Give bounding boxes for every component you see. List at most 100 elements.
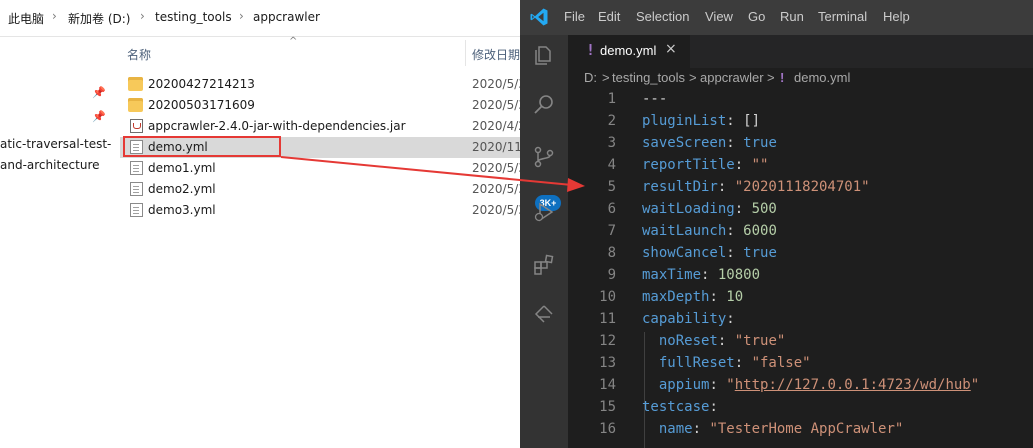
menu-file[interactable]: File — [564, 9, 585, 24]
file-row[interactable]: demo2.yml 2020/5/3 — [120, 179, 520, 200]
code-line: saveScreen: true — [642, 135, 777, 151]
file-date: 2020/5/3 — [472, 203, 520, 217]
extensions-icon[interactable] — [532, 253, 556, 277]
crumb-this-pc[interactable]: 此电脑 — [8, 10, 44, 27]
yaml-value: true — [743, 135, 777, 151]
breadcrumb-separator: > — [602, 70, 610, 85]
yaml-key: showCancel — [642, 245, 727, 261]
menu-edit[interactable]: Edit — [598, 9, 620, 24]
sort-ascending-icon: ^ — [289, 36, 298, 47]
line-number: 8 — [607, 245, 616, 261]
yaml-key: maxDepth — [642, 289, 710, 305]
yaml-key: capability — [642, 311, 727, 327]
yaml-key: noReset — [658, 333, 718, 349]
folder-icon — [128, 77, 143, 91]
file-row[interactable]: appcrawler-2.4.0-jar-with-dependencies.j… — [120, 116, 520, 137]
editor-breadcrumb: D: > testing_tools > appcrawler > ! demo… — [568, 68, 1033, 90]
menu-terminal[interactable]: Terminal — [818, 9, 867, 24]
menu-help[interactable]: Help — [883, 9, 910, 24]
yaml-key: appium — [658, 377, 710, 393]
code-text: --- — [642, 91, 668, 107]
file-date: 2020/5/3 — [472, 77, 520, 91]
yaml-key: waitLaunch — [642, 223, 727, 239]
file-row[interactable]: 20200503171609 2020/5/3 — [120, 95, 520, 116]
crumb-drive[interactable]: 新加卷 (D:) — [68, 10, 130, 27]
yaml-value: 6000 — [743, 223, 777, 239]
explorer-address-bar[interactable]: 此电脑 › 新加卷 (D:) › testing_tools › appcraw… — [0, 0, 520, 37]
yaml-value: 10800 — [717, 267, 761, 283]
line-number: 9 — [607, 267, 616, 283]
breadcrumb-testing-tools[interactable]: testing_tools — [612, 70, 685, 85]
file-row[interactable]: demo1.yml 2020/5/3 — [120, 158, 520, 179]
nav-pane-item[interactable]: and-architecture — [0, 158, 100, 172]
yaml-value: "true" — [734, 333, 786, 349]
menu-run[interactable]: Run — [780, 9, 804, 24]
source-control-icon[interactable] — [532, 145, 556, 169]
breadcrumb-file[interactable]: demo.yml — [794, 70, 850, 85]
remote-icon[interactable] — [532, 303, 556, 327]
file-name: demo1.yml — [148, 161, 216, 175]
line-number: 16 — [599, 421, 616, 437]
breadcrumb-appcrawler[interactable]: appcrawler — [700, 70, 764, 85]
column-header-name[interactable]: 名称 — [127, 46, 151, 63]
menu-selection[interactable]: Selection — [636, 9, 689, 24]
column-divider[interactable] — [465, 40, 466, 66]
search-icon[interactable] — [532, 93, 556, 117]
line-number: 13 — [599, 355, 616, 371]
code-line: capability: — [642, 311, 735, 327]
activity-bar: 3K+ — [520, 35, 568, 448]
file-name: demo3.yml — [148, 203, 216, 217]
yaml-icon: ! — [586, 41, 596, 59]
yaml-key: testcase — [642, 399, 710, 415]
line-number: 10 — [599, 289, 616, 305]
file-date: 2020/11/ — [472, 140, 520, 154]
menu-view[interactable]: View — [705, 9, 733, 24]
crumb-separator-icon: › — [140, 9, 145, 23]
code-line: fullReset: "false" — [658, 355, 811, 371]
code-line: testcase: — [642, 399, 718, 415]
crumb-testing-tools[interactable]: testing_tools — [155, 10, 232, 24]
run-debug-icon[interactable] — [532, 200, 556, 224]
line-number: 5 — [607, 179, 616, 195]
yaml-key: reportTitle — [642, 157, 735, 173]
yaml-key: waitLoading — [642, 201, 735, 217]
code-line: --- — [642, 91, 667, 107]
crumb-separator-icon: › — [239, 9, 244, 23]
yaml-value: "20201118204701" — [734, 179, 870, 195]
code-editor[interactable]: 1 2 3 4 5 6 7 8 9 10 11 12 13 14 15 16 -… — [568, 90, 1033, 448]
yaml-key: fullReset — [658, 355, 735, 371]
line-number: 6 — [607, 201, 616, 217]
breadcrumb-drive[interactable]: D: — [584, 70, 597, 85]
explorer-icon[interactable] — [532, 43, 556, 67]
pin-icon: 📌 — [92, 86, 106, 99]
file-date: 2020/5/3 — [472, 161, 520, 175]
yaml-value: "" — [751, 157, 769, 173]
crumb-appcrawler[interactable]: appcrawler — [253, 10, 320, 24]
close-icon[interactable]: × — [665, 41, 677, 57]
code-line: maxTime: 10800 — [642, 267, 761, 283]
breadcrumb-separator: > — [767, 70, 775, 85]
file-row[interactable]: 20200427214213 2020/5/3 — [120, 74, 520, 95]
menu-go[interactable]: Go — [748, 9, 765, 24]
line-number: 4 — [607, 157, 616, 173]
yaml-value: [] — [743, 113, 761, 129]
column-header-date[interactable]: 修改日期 — [472, 46, 520, 63]
yaml-quote: " — [970, 377, 980, 393]
line-number: 11 — [599, 311, 616, 327]
file-name: 20200427214213 — [148, 77, 255, 91]
yaml-key: pluginList — [642, 113, 727, 129]
file-row[interactable]: demo3.yml 2020/5/3 — [120, 200, 520, 221]
tab-demo-yml[interactable]: ! demo.yml × — [568, 35, 690, 68]
file-name: demo2.yml — [148, 182, 216, 196]
yaml-icon: ! — [780, 70, 785, 85]
line-number: 1 — [607, 91, 616, 107]
crumb-separator-icon: › — [52, 9, 57, 23]
jar-icon — [130, 119, 143, 133]
line-number: 3 — [607, 135, 616, 151]
file-date: 2020/5/3 — [472, 98, 520, 112]
url-link[interactable]: http://127.0.0.1:4723/wd/hub — [735, 377, 971, 393]
nav-pane-item[interactable]: atic-traversal-test- — [0, 137, 111, 151]
code-line: name: "TesterHome AppCrawler" — [658, 421, 904, 437]
file-explorer-window: 此电脑 › 新加卷 (D:) › testing_tools › appcraw… — [0, 0, 520, 448]
yaml-value: "TesterHome AppCrawler" — [709, 421, 904, 437]
